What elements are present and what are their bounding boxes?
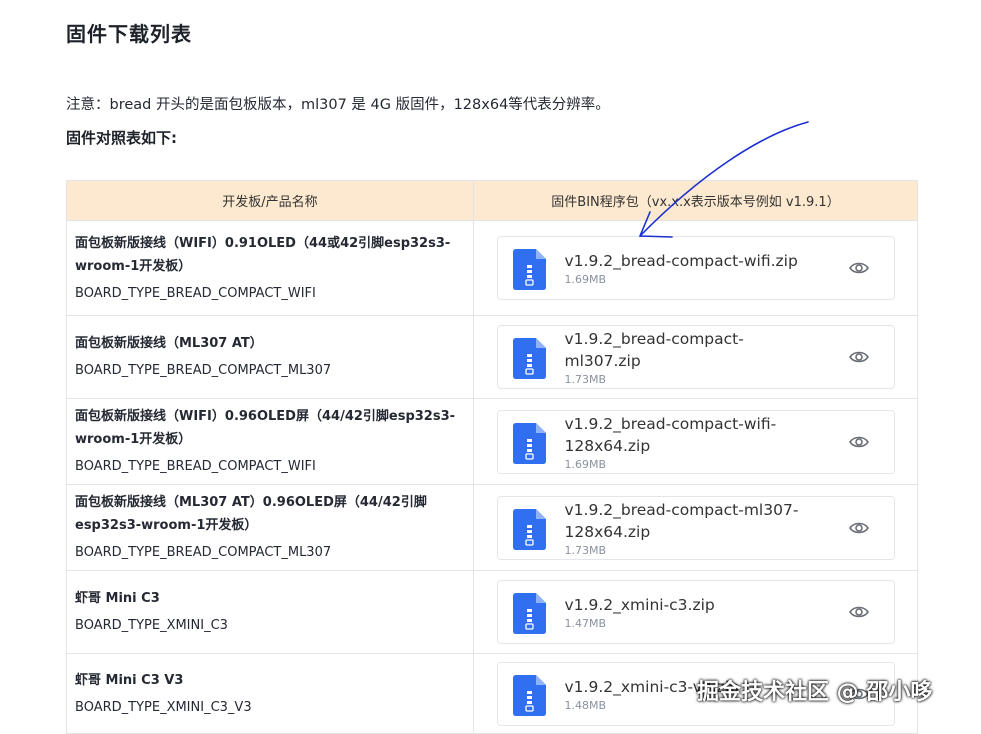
file-info: v1.9.2_xmini-c3.zip 1.47MB: [565, 594, 805, 630]
board-name: 虾哥 Mini C3: [75, 591, 160, 606]
zip-file-icon: [512, 249, 546, 290]
zip-file-icon: [512, 593, 546, 634]
firmware-file-card[interactable]: v1.9.2_bread-compact-wifi.zip 1.69MB: [496, 236, 895, 300]
board-type: BOARD_TYPE_BREAD_COMPACT_ML307: [75, 545, 332, 560]
eye-icon[interactable]: [848, 257, 870, 279]
board-cell: 虾哥 Mini C3 BOARD_TYPE_XMINI_C3: [66, 570, 474, 654]
firmware-cell: v1.9.2_bread-compact-ml307-128x64.zip 1.7…: [473, 484, 918, 571]
zip-file-icon: [512, 674, 546, 716]
board-type: BOARD_TYPE_BREAD_COMPACT_WIFI: [75, 285, 316, 301]
board-type: BOARD_TYPE_BREAD_COMPACT_ML307: [75, 363, 332, 378]
file-info: v1.9.2_bread-compact-ml307.zip 1.73MB: [565, 328, 805, 386]
zip-file-icon: [512, 422, 546, 464]
file-size: 1.47MB: [564, 617, 607, 630]
eye-icon[interactable]: [848, 601, 870, 623]
table-row: 面包板新版接线（WIFI）0.96OLED屏（44/42引脚esp32s3-wr…: [66, 398, 918, 485]
firmware-table: 开发板/产品名称 固件BIN程序包（vx.x.x表示版本号例如 v1.9.1） …: [66, 180, 918, 734]
table-row: 面包板新版接线（WIFI）0.91OLED（44或42引脚esp32s3-wro…: [66, 220, 918, 316]
eye-icon[interactable]: [848, 517, 870, 539]
board-name: 虾哥 Mini C3 V3: [75, 672, 184, 688]
board-name: 面包板新版接线（ML307 AT）0.96OLED屏（44/42引脚esp32s…: [75, 495, 427, 533]
board-name: 面包板新版接线（WIFI）0.96OLED屏（44/42引脚esp32s3-wr…: [75, 409, 456, 447]
file-name-link[interactable]: v1.9.2_bread-compact-wifi-128x64.zip: [565, 413, 805, 457]
board-cell: 面包板新版接线（ML307 AT）0.96OLED屏（44/42引脚esp32s…: [66, 484, 474, 571]
file-size: 1.69MB: [564, 457, 607, 471]
zip-file-icon: [512, 338, 546, 379]
board-cell: 虾哥 Mini C3 V3 BOARD_TYPE_XMINI_C3_V3: [66, 653, 474, 734]
firmware-file-card[interactable]: v1.9.2_bread-compact-ml307.zip 1.73MB: [496, 325, 895, 389]
file-size: 1.69MB: [564, 273, 607, 286]
firmware-cell: v1.9.2_bread-compact-wifi-128x64.zip 1.69…: [473, 398, 918, 485]
file-name-link[interactable]: v1.9.2_bread-compact-ml307.zip: [565, 328, 805, 372]
file-name-link[interactable]: v1.9.2_bread-compact-wifi.zip: [565, 250, 805, 272]
watermark-badge: 掘金技术社区 @ 邵小哆: [697, 680, 933, 705]
file-info: v1.9.2_bread-compact-wifi.zip 1.69MB: [565, 250, 805, 286]
file-info: v1.9.2_bread-compact-ml307-128x64.zip 1.7…: [565, 499, 805, 557]
page-title: 固件下载列表: [66, 22, 192, 46]
board-type: BOARD_TYPE_BREAD_COMPACT_WIFI: [75, 459, 316, 474]
file-name-link[interactable]: v1.9.2_xmini-c3.zip: [565, 594, 805, 616]
firmware-cell: v1.9.2_bread-compact-ml307.zip 1.73MB: [473, 315, 918, 399]
note-text: 注意：bread 开头的是面包板版本，ml307 是 4G 版固件，128x64…: [66, 97, 610, 113]
firmware-file-card[interactable]: v1.9.2_xmini-c3.zip 1.47MB: [496, 580, 895, 644]
table-row: 虾哥 Mini C3 BOARD_TYPE_XMINI_C3 v1.9.2_xmin…: [66, 570, 918, 654]
firmware-cell: v1.9.2_xmini-c3.zip 1.47MB: [473, 570, 918, 654]
board-cell: 面包板新版接线（WIFI）0.91OLED（44或42引脚esp32s3-wro…: [66, 220, 474, 316]
firmware-cell: v1.9.2_bread-compact-wifi.zip 1.69MB: [473, 220, 918, 316]
table-subtitle: 固件对照表如下:: [66, 129, 177, 147]
file-size: 1.73MB: [564, 543, 607, 557]
board-type: BOARD_TYPE_XMINI_C3: [75, 618, 228, 633]
firmware-file-card[interactable]: v1.9.2_bread-compact-wifi-128x64.zip 1.69…: [496, 409, 895, 474]
table-row: 面包板新版接线（ML307 AT） BOARD_TYPE_BREAD_COMPAC…: [66, 315, 918, 399]
board-name: 面包板新版接线（WIFI）0.91OLED（44或42引脚esp32s3-wro…: [75, 235, 451, 274]
file-info: v1.9.2_bread-compact-wifi-128x64.zip 1.69…: [565, 413, 805, 471]
header-board-name: 开发板/产品名称: [66, 180, 474, 221]
zip-file-icon: [512, 508, 546, 550]
board-cell: 面包板新版接线（WIFI）0.96OLED屏（44/42引脚esp32s3-wr…: [66, 398, 474, 485]
file-size: 1.73MB: [564, 373, 607, 386]
board-cell: 面包板新版接线（ML307 AT） BOARD_TYPE_BREAD_COMPAC…: [66, 315, 474, 399]
header-firmware-bin: 固件BIN程序包（vx.x.x表示版本号例如 v1.9.1）: [473, 180, 918, 221]
file-name-link[interactable]: v1.9.2_bread-compact-ml307-128x64.zip: [565, 499, 805, 543]
firmware-file-card[interactable]: v1.9.2_bread-compact-ml307-128x64.zip 1.7…: [496, 495, 895, 560]
board-name: 面包板新版接线（ML307 AT）: [75, 336, 263, 351]
eye-icon[interactable]: [848, 346, 870, 368]
table-row: 面包板新版接线（ML307 AT）0.96OLED屏（44/42引脚esp32s…: [66, 484, 918, 571]
board-type: BOARD_TYPE_XMINI_C3_V3: [75, 699, 252, 715]
eye-icon[interactable]: [848, 431, 870, 453]
